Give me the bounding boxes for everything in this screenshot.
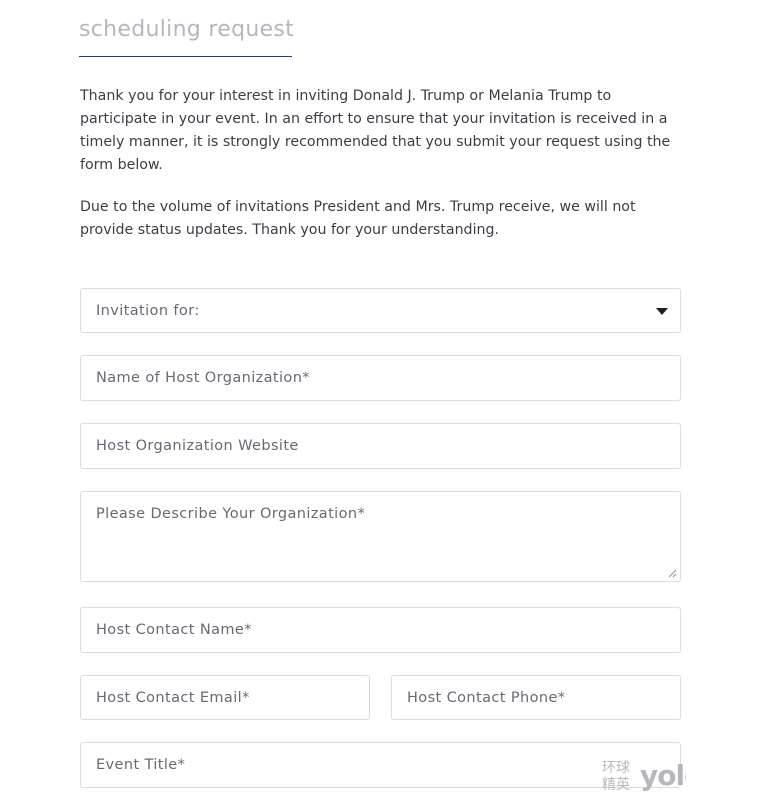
intro-paragraph-2: Due to the volume of invitations Preside… (80, 199, 636, 238)
host-contact-email-input[interactable]: Host Contact Email* (80, 675, 370, 720)
invitation-for-select[interactable]: Invitation for: (80, 288, 681, 333)
host-contact-phone-input[interactable]: Host Contact Phone* (391, 675, 681, 720)
yolo-watermark-logo: 环球 精英 yolo (602, 759, 686, 791)
resize-handle-icon[interactable] (667, 568, 677, 578)
organization-description-textarea[interactable]: Please Describe Your Organization* (80, 491, 681, 582)
svg-text:环球: 环球 (602, 760, 630, 776)
host-contact-phone-placeholder: Host Contact Phone* (407, 689, 566, 706)
caret-down-icon (656, 308, 668, 315)
host-organization-website-placeholder: Host Organization Website (96, 438, 299, 454)
svg-text:yolo: yolo (640, 759, 686, 791)
page-title: scheduling request (79, 16, 295, 42)
host-organization-website-input[interactable]: Host Organization Website (80, 423, 681, 469)
title-underline-divider (79, 56, 292, 57)
event-title-input[interactable]: Event Title* (80, 742, 681, 788)
host-organization-name-input[interactable]: Name of Host Organization* (80, 355, 681, 401)
svg-text:精英: 精英 (602, 776, 630, 791)
organization-description-placeholder: Please Describe Your Organization* (96, 506, 366, 522)
host-contact-name-placeholder: Host Contact Name* (96, 622, 252, 638)
host-contact-email-placeholder: Host Contact Email* (96, 689, 250, 706)
event-title-placeholder: Event Title* (96, 757, 186, 773)
host-contact-name-input[interactable]: Host Contact Name* (80, 607, 681, 653)
intro-paragraph-1: Thank you for your interest in inviting … (80, 88, 671, 173)
invitation-for-selected-value: Invitation for: (96, 302, 200, 319)
host-organization-name-placeholder: Name of Host Organization* (96, 370, 310, 386)
scheduling-request-page: scheduling request Thank you for your in… (0, 0, 760, 792)
